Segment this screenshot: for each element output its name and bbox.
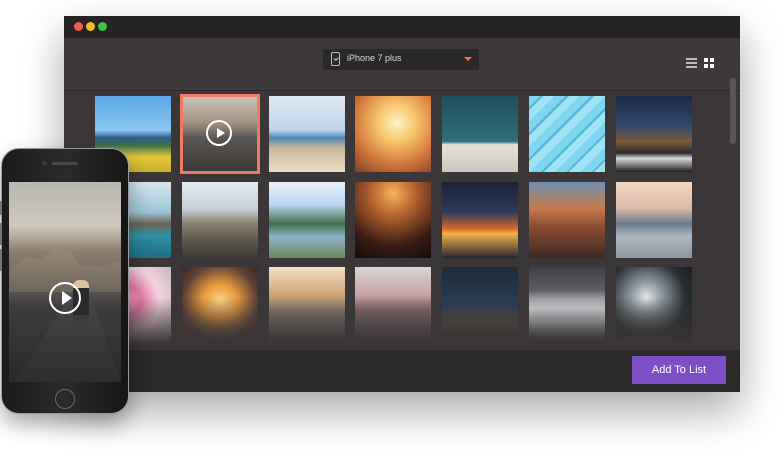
minimize-window-button[interactable] bbox=[86, 22, 95, 31]
title-bar bbox=[64, 16, 740, 38]
photo-thumbnail[interactable] bbox=[442, 182, 518, 258]
photo-thumbnail[interactable] bbox=[355, 182, 431, 258]
zoom-window-button[interactable] bbox=[98, 22, 107, 31]
photo-thumbnail[interactable] bbox=[180, 94, 260, 174]
speaker-grille bbox=[52, 162, 78, 165]
photo-thumbnail[interactable] bbox=[529, 267, 605, 343]
photo-thumbnail[interactable] bbox=[269, 182, 345, 258]
device-select-label: iPhone 7 plus bbox=[347, 53, 402, 63]
chevron-down-icon bbox=[464, 57, 472, 61]
photo-thumbnail[interactable] bbox=[182, 182, 258, 258]
toolbar: iPhone 7 plus bbox=[64, 38, 740, 91]
photo-thumbnail[interactable] bbox=[182, 267, 258, 343]
list-view-icon[interactable] bbox=[686, 58, 697, 68]
play-icon[interactable] bbox=[206, 120, 232, 146]
home-button bbox=[55, 389, 75, 409]
camera-icon bbox=[42, 161, 47, 166]
iphone-check-icon bbox=[331, 52, 340, 66]
bottom-bar: Add To List bbox=[64, 350, 740, 392]
photo-thumbnail[interactable] bbox=[616, 182, 692, 258]
add-to-list-button[interactable]: Add To List bbox=[632, 356, 726, 384]
close-window-button[interactable] bbox=[74, 22, 83, 31]
photo-thumbnail[interactable] bbox=[529, 182, 605, 258]
photo-thumbnail[interactable] bbox=[269, 267, 345, 343]
iphone-device bbox=[0, 148, 129, 414]
photo-thumbnail[interactable] bbox=[442, 96, 518, 172]
grid-view-icon[interactable] bbox=[704, 58, 714, 68]
phone-screen bbox=[9, 182, 121, 382]
photo-grid bbox=[64, 91, 728, 350]
photo-thumbnail[interactable] bbox=[355, 96, 431, 172]
photo-thumbnail[interactable] bbox=[616, 96, 692, 172]
app-window: iPhone 7 plus Add To List bbox=[64, 16, 740, 392]
photo-thumbnail[interactable] bbox=[269, 96, 345, 172]
photo-thumbnail[interactable] bbox=[616, 267, 692, 343]
device-select[interactable]: iPhone 7 plus bbox=[323, 49, 479, 70]
photo-thumbnail[interactable] bbox=[355, 267, 431, 343]
photo-thumbnail[interactable] bbox=[529, 96, 605, 172]
play-icon[interactable] bbox=[49, 282, 81, 314]
photo-thumbnail[interactable] bbox=[442, 267, 518, 343]
scrollbar[interactable] bbox=[730, 78, 736, 144]
